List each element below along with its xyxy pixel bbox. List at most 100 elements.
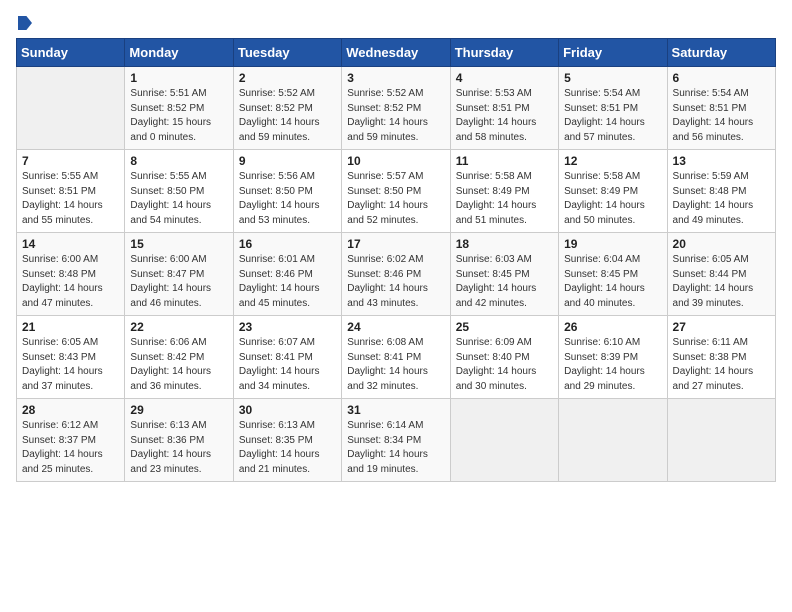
day-number: 18 <box>456 237 553 251</box>
calendar-table: Sunday Monday Tuesday Wednesday Thursday… <box>16 38 776 482</box>
logo <box>16 16 32 30</box>
calendar-cell: 7 Sunrise: 5:55 AMSunset: 8:51 PMDaylight… <box>17 150 125 233</box>
day-info: Sunrise: 5:59 AMSunset: 8:48 PMDaylight:… <box>673 170 770 228</box>
day-info: Sunrise: 6:13 AMSunset: 8:36 PMDaylight:… <box>130 419 227 477</box>
day-number: 15 <box>130 237 227 251</box>
day-info: Sunrise: 6:13 AMSunset: 8:35 PMDaylight:… <box>239 419 336 477</box>
calendar-cell: 28 Sunrise: 6:12 AMSunset: 8:37 PMDayligh… <box>17 399 125 482</box>
calendar-cell: 2 Sunrise: 5:52 AMSunset: 8:52 PMDaylight… <box>233 67 341 150</box>
day-info: Sunrise: 5:58 AMSunset: 8:49 PMDaylight:… <box>456 170 553 228</box>
calendar-cell: 11Sunrise: 5:58 AMSunset: 8:49 PMDayligh… <box>450 150 558 233</box>
calendar-week-row: 28 Sunrise: 6:12 AMSunset: 8:37 PMDayligh… <box>17 399 776 482</box>
calendar-week-row: 1Sunrise: 5:51 AMSunset: 8:52 PMDaylight… <box>17 67 776 150</box>
day-info: Sunrise: 5:55 AMSunset: 8:50 PMDaylight:… <box>130 170 227 228</box>
calendar-cell: 31 Sunrise: 6:14 AMSunset: 8:34 PMDayligh… <box>342 399 450 482</box>
calendar-cell: 19 Sunrise: 6:04 AMSunset: 8:45 PMDayligh… <box>559 233 667 316</box>
day-info: Sunrise: 5:52 AMSunset: 8:52 PMDaylight:… <box>239 87 336 145</box>
day-info: Sunrise: 6:03 AMSunset: 8:45 PMDaylight:… <box>456 253 553 311</box>
day-number: 21 <box>22 320 119 334</box>
calendar-week-row: 7 Sunrise: 5:55 AMSunset: 8:51 PMDaylight… <box>17 150 776 233</box>
day-number: 17 <box>347 237 444 251</box>
header-monday: Monday <box>125 39 233 67</box>
day-number: 27 <box>673 320 770 334</box>
calendar-cell: 18 Sunrise: 6:03 AMSunset: 8:45 PMDayligh… <box>450 233 558 316</box>
day-info: Sunrise: 5:54 AMSunset: 8:51 PMDaylight:… <box>564 87 661 145</box>
day-info: Sunrise: 5:51 AMSunset: 8:52 PMDaylight:… <box>130 87 227 145</box>
header-tuesday: Tuesday <box>233 39 341 67</box>
page-header <box>16 16 776 30</box>
calendar-cell: 13 Sunrise: 5:59 AMSunset: 8:48 PMDayligh… <box>667 150 775 233</box>
calendar-cell: 30 Sunrise: 6:13 AMSunset: 8:35 PMDayligh… <box>233 399 341 482</box>
logo-icon <box>18 16 32 30</box>
calendar-cell: 4Sunrise: 5:53 AMSunset: 8:51 PMDaylight… <box>450 67 558 150</box>
day-info: Sunrise: 6:00 AMSunset: 8:48 PMDaylight:… <box>22 253 119 311</box>
header-sunday: Sunday <box>17 39 125 67</box>
calendar-cell: 24Sunrise: 6:08 AMSunset: 8:41 PMDayligh… <box>342 316 450 399</box>
day-info: Sunrise: 6:02 AMSunset: 8:46 PMDaylight:… <box>347 253 444 311</box>
calendar-cell: 8 Sunrise: 5:55 AMSunset: 8:50 PMDaylight… <box>125 150 233 233</box>
day-info: Sunrise: 6:14 AMSunset: 8:34 PMDaylight:… <box>347 419 444 477</box>
day-info: Sunrise: 6:08 AMSunset: 8:41 PMDaylight:… <box>347 336 444 394</box>
day-number: 2 <box>239 71 336 85</box>
day-number: 12 <box>564 154 661 168</box>
day-info: Sunrise: 6:11 AMSunset: 8:38 PMDaylight:… <box>673 336 770 394</box>
day-info: Sunrise: 6:10 AMSunset: 8:39 PMDaylight:… <box>564 336 661 394</box>
day-info: Sunrise: 6:09 AMSunset: 8:40 PMDaylight:… <box>456 336 553 394</box>
day-info: Sunrise: 6:05 AMSunset: 8:44 PMDaylight:… <box>673 253 770 311</box>
day-number: 29 <box>130 403 227 417</box>
day-number: 10 <box>347 154 444 168</box>
calendar-cell: 25 Sunrise: 6:09 AMSunset: 8:40 PMDayligh… <box>450 316 558 399</box>
calendar-body: 1Sunrise: 5:51 AMSunset: 8:52 PMDaylight… <box>17 67 776 482</box>
day-info: Sunrise: 5:54 AMSunset: 8:51 PMDaylight:… <box>673 87 770 145</box>
day-number: 22 <box>130 320 227 334</box>
calendar-cell: 16 Sunrise: 6:01 AMSunset: 8:46 PMDayligh… <box>233 233 341 316</box>
day-number: 14 <box>22 237 119 251</box>
day-info: Sunrise: 6:01 AMSunset: 8:46 PMDaylight:… <box>239 253 336 311</box>
day-number: 19 <box>564 237 661 251</box>
calendar-week-row: 21Sunrise: 6:05 AMSunset: 8:43 PMDayligh… <box>17 316 776 399</box>
calendar-cell: 22 Sunrise: 6:06 AMSunset: 8:42 PMDayligh… <box>125 316 233 399</box>
day-number: 28 <box>22 403 119 417</box>
day-number: 4 <box>456 71 553 85</box>
calendar-cell: 29 Sunrise: 6:13 AMSunset: 8:36 PMDayligh… <box>125 399 233 482</box>
day-info: Sunrise: 6:12 AMSunset: 8:37 PMDaylight:… <box>22 419 119 477</box>
calendar-cell: 26 Sunrise: 6:10 AMSunset: 8:39 PMDayligh… <box>559 316 667 399</box>
calendar-cell: 10 Sunrise: 5:57 AMSunset: 8:50 PMDayligh… <box>342 150 450 233</box>
day-info: Sunrise: 6:06 AMSunset: 8:42 PMDaylight:… <box>130 336 227 394</box>
calendar-cell: 23 Sunrise: 6:07 AMSunset: 8:41 PMDayligh… <box>233 316 341 399</box>
day-number: 9 <box>239 154 336 168</box>
calendar-cell: 15 Sunrise: 6:00 AMSunset: 8:47 PMDayligh… <box>125 233 233 316</box>
day-info: Sunrise: 6:07 AMSunset: 8:41 PMDaylight:… <box>239 336 336 394</box>
day-number: 23 <box>239 320 336 334</box>
day-info: Sunrise: 5:55 AMSunset: 8:51 PMDaylight:… <box>22 170 119 228</box>
day-number: 30 <box>239 403 336 417</box>
day-number: 25 <box>456 320 553 334</box>
day-number: 8 <box>130 154 227 168</box>
day-info: Sunrise: 5:57 AMSunset: 8:50 PMDaylight:… <box>347 170 444 228</box>
calendar-cell <box>559 399 667 482</box>
calendar-cell: 12 Sunrise: 5:58 AMSunset: 8:49 PMDayligh… <box>559 150 667 233</box>
calendar-cell: 1Sunrise: 5:51 AMSunset: 8:52 PMDaylight… <box>125 67 233 150</box>
day-number: 6 <box>673 71 770 85</box>
day-info: Sunrise: 5:56 AMSunset: 8:50 PMDaylight:… <box>239 170 336 228</box>
day-number: 16 <box>239 237 336 251</box>
calendar-cell: 27 Sunrise: 6:11 AMSunset: 8:38 PMDayligh… <box>667 316 775 399</box>
day-number: 26 <box>564 320 661 334</box>
day-number: 20 <box>673 237 770 251</box>
day-number: 3 <box>347 71 444 85</box>
day-number: 13 <box>673 154 770 168</box>
calendar-cell: 6 Sunrise: 5:54 AMSunset: 8:51 PMDaylight… <box>667 67 775 150</box>
header-saturday: Saturday <box>667 39 775 67</box>
calendar-cell: 21Sunrise: 6:05 AMSunset: 8:43 PMDayligh… <box>17 316 125 399</box>
header-thursday: Thursday <box>450 39 558 67</box>
day-number: 31 <box>347 403 444 417</box>
calendar-header: Sunday Monday Tuesday Wednesday Thursday… <box>17 39 776 67</box>
calendar-cell <box>17 67 125 150</box>
day-info: Sunrise: 5:58 AMSunset: 8:49 PMDaylight:… <box>564 170 661 228</box>
day-info: Sunrise: 6:04 AMSunset: 8:45 PMDaylight:… <box>564 253 661 311</box>
calendar-cell: 20 Sunrise: 6:05 AMSunset: 8:44 PMDayligh… <box>667 233 775 316</box>
day-info: Sunrise: 6:00 AMSunset: 8:47 PMDaylight:… <box>130 253 227 311</box>
header-friday: Friday <box>559 39 667 67</box>
day-number: 7 <box>22 154 119 168</box>
calendar-cell: 17 Sunrise: 6:02 AMSunset: 8:46 PMDayligh… <box>342 233 450 316</box>
